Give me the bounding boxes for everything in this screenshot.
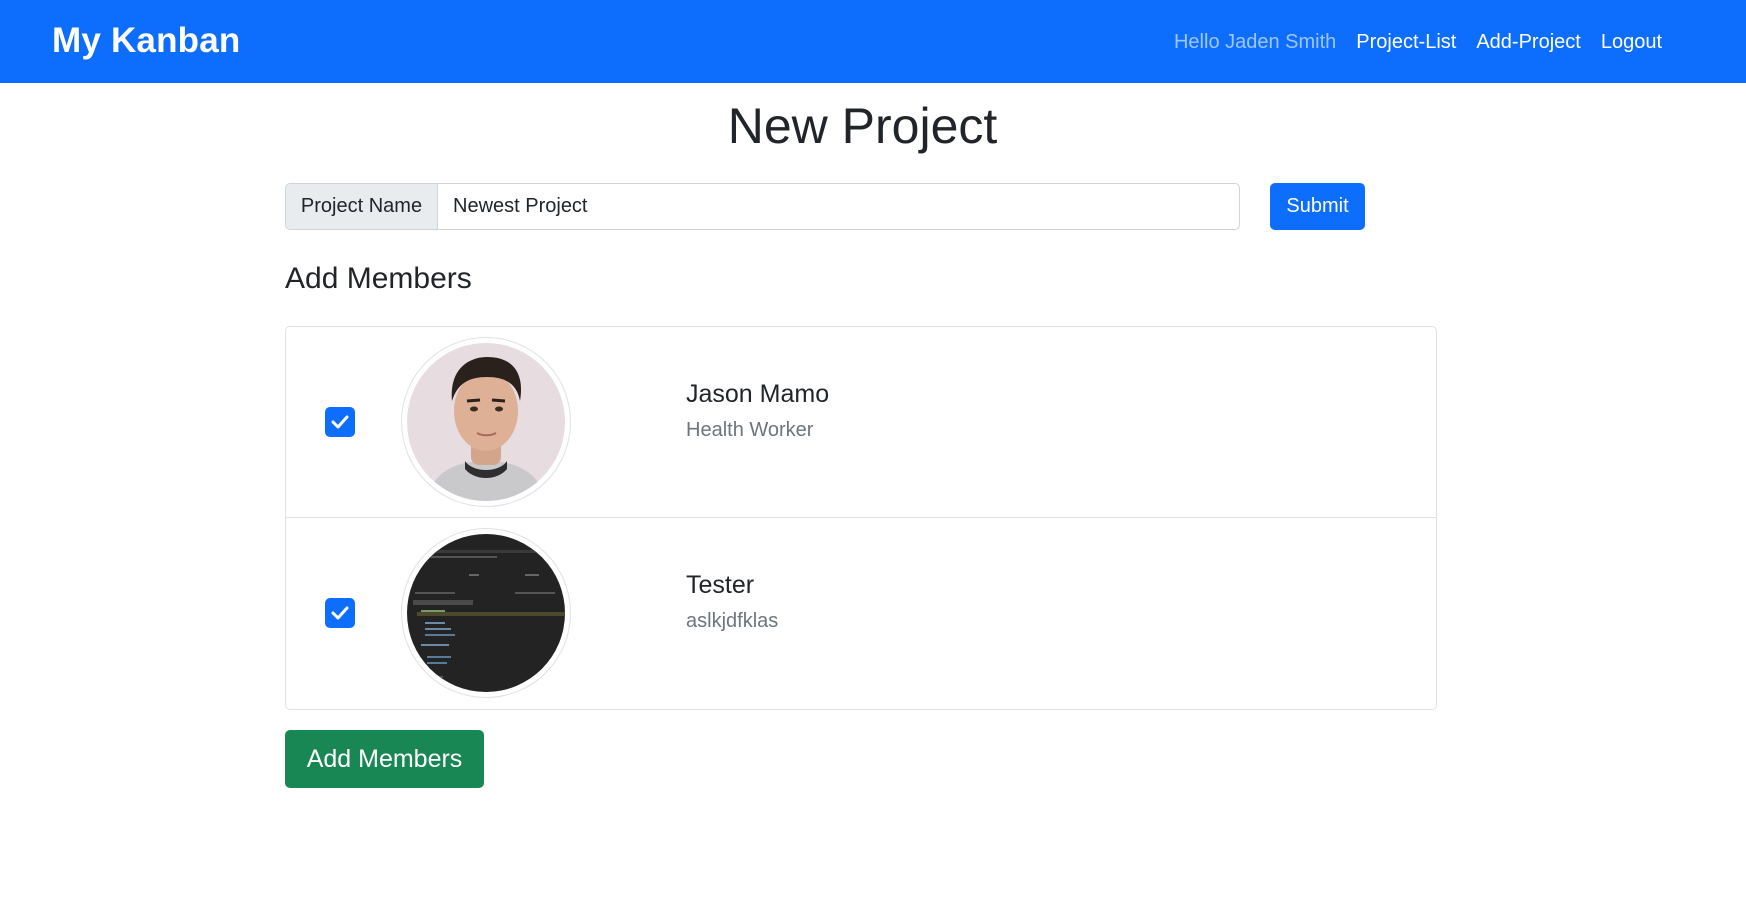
brand-logo[interactable]: My Kanban xyxy=(52,20,241,62)
member-name: Tester xyxy=(686,571,755,599)
nav-logout[interactable]: Logout xyxy=(1601,28,1662,56)
navbar: My Kanban Hello Jaden Smith Project-List… xyxy=(0,0,1746,83)
member-checkbox[interactable] xyxy=(325,598,355,628)
check-icon xyxy=(331,606,349,620)
code-screenshot-icon xyxy=(407,534,565,692)
page-title: New Project xyxy=(727,98,998,154)
avatar xyxy=(401,337,571,507)
member-row: Tester aslkjdfklas xyxy=(286,518,1436,709)
add-members-heading: Add Members xyxy=(285,262,472,295)
members-list: Jason Mamo Health Worker Tester aslkjdfk… xyxy=(285,326,1437,710)
member-role: aslkjdfklas xyxy=(686,610,779,632)
member-role: Health Worker xyxy=(686,419,814,441)
add-members-button[interactable]: Add Members xyxy=(285,730,484,788)
member-checkbox[interactable] xyxy=(325,407,355,437)
nav-add-project[interactable]: Add-Project xyxy=(1476,28,1581,56)
member-name: Jason Mamo xyxy=(686,380,830,408)
nav-project-list[interactable]: Project-List xyxy=(1356,28,1456,56)
nav-links: Hello Jaden Smith Project-List Add-Proje… xyxy=(1174,28,1662,56)
avatar xyxy=(401,528,571,698)
project-name-label: Project Name xyxy=(285,183,437,230)
submit-button[interactable]: Submit xyxy=(1270,183,1365,230)
check-icon xyxy=(331,415,349,429)
person-photo-icon xyxy=(407,343,565,501)
project-name-input[interactable] xyxy=(437,183,1240,230)
member-row: Jason Mamo Health Worker xyxy=(286,327,1436,518)
project-name-group: Project Name xyxy=(285,183,1240,230)
user-greeting: Hello Jaden Smith xyxy=(1173,31,1337,53)
